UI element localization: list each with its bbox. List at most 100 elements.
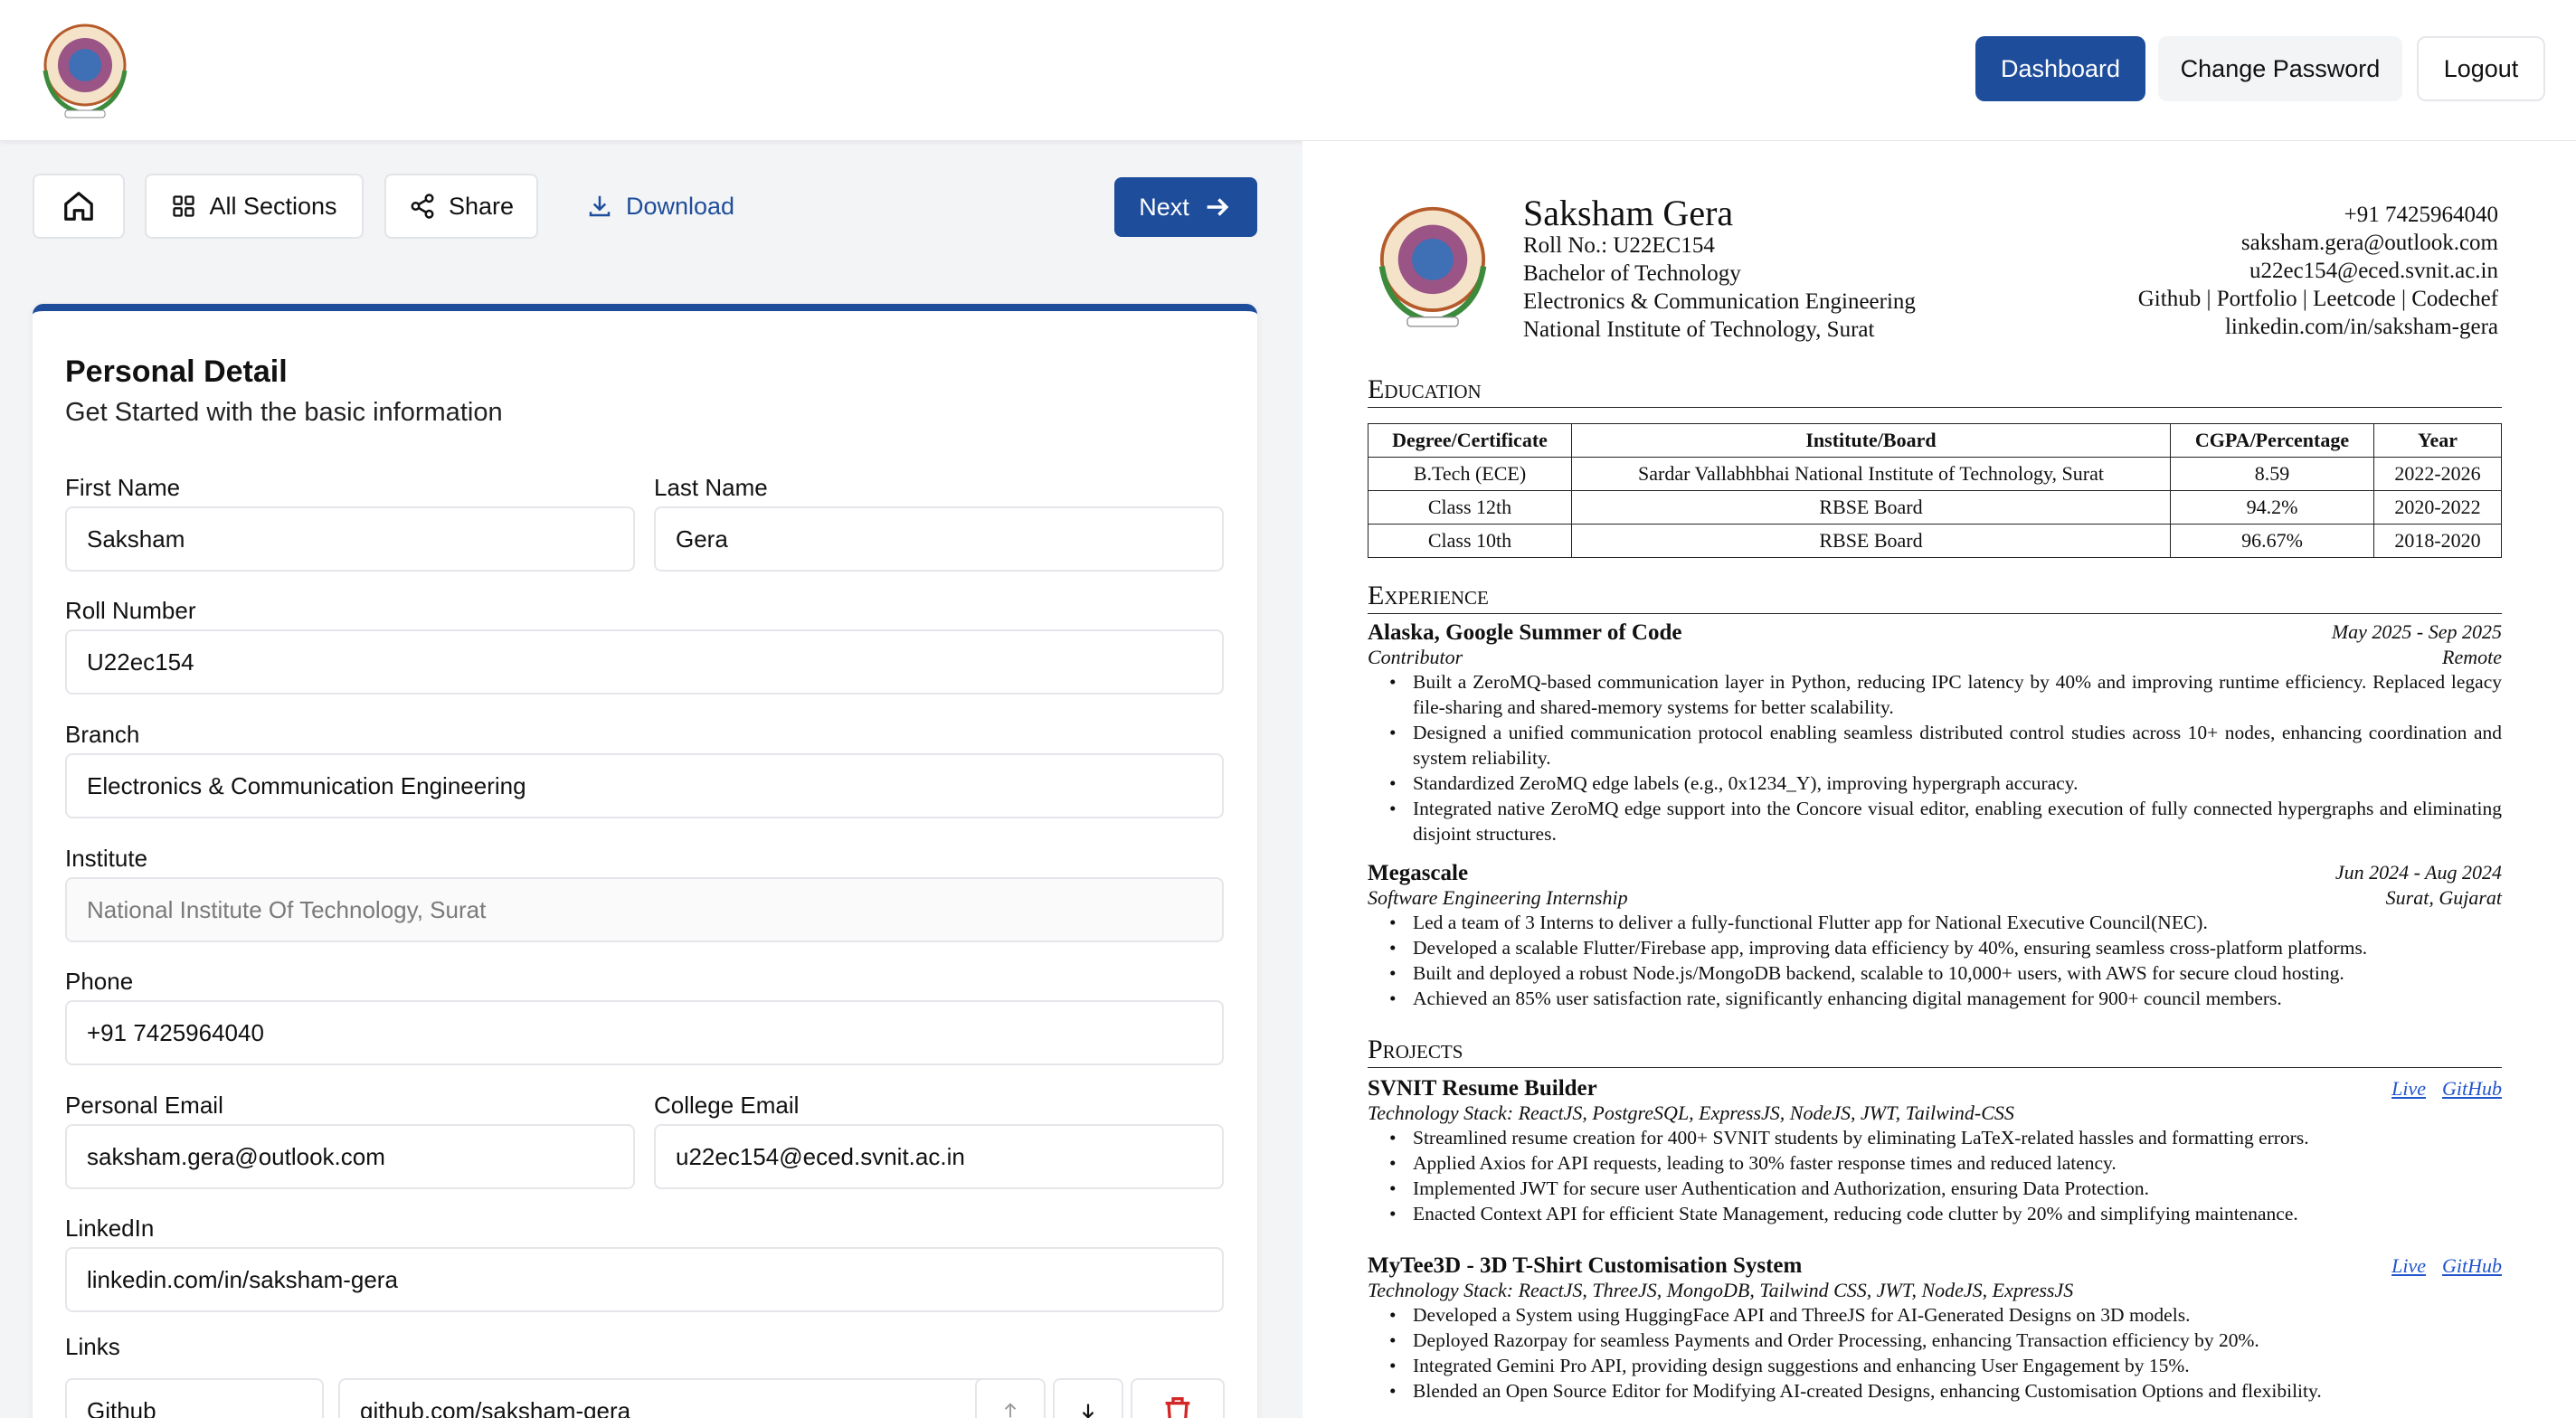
- github-link[interactable]: GitHub: [2442, 1077, 2502, 1100]
- table-row: Class 12th RBSE Board 94.2% 2020-2022: [1368, 490, 2502, 525]
- first-name-label: First Name: [65, 474, 181, 501]
- all-sections-label: All Sections: [209, 192, 337, 220]
- project-bullets: Developed a System using HuggingFace API…: [1368, 1302, 2502, 1404]
- edu-col-header: CGPA/Percentage: [2170, 423, 2374, 458]
- project-stack: Technology Stack: ReactJS, ThreeJS, Mong…: [1368, 1279, 2074, 1301]
- resume-profiles: Github | Portfolio | Leetcode | Codechef: [2137, 287, 2498, 311]
- section-subtitle: Get Started with the basic information: [65, 398, 503, 427]
- dashboard-button[interactable]: Dashboard: [1975, 36, 2145, 101]
- change-password-button[interactable]: Change Password: [2158, 36, 2402, 101]
- exp-bullets: Led a team of 3 Interns to deliver a ful…: [1368, 910, 2502, 1011]
- exp-date: Jun 2024 - Aug 2024: [2334, 861, 2502, 884]
- edu-col-header: Degree/Certificate: [1368, 423, 1572, 458]
- edu-cell: 8.59: [2170, 457, 2374, 491]
- exp-bullets: Built a ZeroMQ-based communication layer…: [1368, 669, 2502, 846]
- link-url-input[interactable]: github.com/saksham-gera: [338, 1378, 993, 1418]
- next-label: Next: [1139, 193, 1189, 221]
- last-name-label: Last Name: [654, 474, 768, 501]
- list-item: Applied Axios for API requests, leading …: [1389, 1150, 2502, 1176]
- edu-cell: 96.67%: [2170, 524, 2374, 558]
- last-name-input[interactable]: Gera: [654, 506, 1224, 572]
- share-button[interactable]: Share: [384, 174, 538, 239]
- experience-entry: Alaska, Google Summer of Code May 2025 - …: [1368, 620, 2502, 846]
- resume-roll: Roll No.: U22EC154: [1523, 233, 1715, 258]
- home-icon: [64, 192, 93, 221]
- edu-cell: 2020-2022: [2373, 490, 2502, 525]
- list-item: Streamlined resume creation for 400+ SVN…: [1389, 1125, 2502, 1150]
- github-link[interactable]: GitHub: [2442, 1254, 2502, 1277]
- resume-branch: Electronics & Communication Engineering: [1523, 289, 1916, 314]
- home-button[interactable]: [33, 174, 125, 239]
- all-sections-button[interactable]: All Sections: [145, 174, 364, 239]
- resume-institute: National Institute of Technology, Surat: [1523, 317, 1875, 342]
- first-name-input[interactable]: Saksham: [65, 506, 635, 572]
- project-stack: Technology Stack: ReactJS, PostgreSQL, E…: [1368, 1101, 2014, 1124]
- phone-input[interactable]: +91 7425964040: [65, 1000, 1224, 1065]
- personal-email-input[interactable]: saksham.gera@outlook.com: [65, 1124, 635, 1189]
- move-up-button[interactable]: [975, 1378, 1046, 1418]
- table-row: Class 10th RBSE Board 96.67% 2018-2020: [1368, 524, 2502, 558]
- exp-role: Software Engineering Internship: [1368, 886, 1628, 909]
- resume-name: Saksham Gera: [1523, 193, 1734, 233]
- exp-org: Alaska, Google Summer of Code: [1368, 620, 1682, 645]
- next-button[interactable]: Next: [1114, 177, 1257, 237]
- edu-cell: Class 12th: [1368, 490, 1572, 525]
- share-label: Share: [448, 192, 515, 220]
- table-row: B.Tech (ECE) Sardar Vallabhbhai National…: [1368, 457, 2502, 491]
- live-link[interactable]: Live: [2391, 1254, 2426, 1277]
- resume-phone: +91 7425964040: [2344, 203, 2498, 227]
- delete-link-button[interactable]: [1131, 1378, 1225, 1418]
- edu-cell: RBSE Board: [1571, 490, 2171, 525]
- resume-college-email: u22ec154@eced.svnit.ac.in: [2249, 259, 2498, 283]
- institute-input[interactable]: National Institute Of Technology, Surat: [65, 877, 1224, 942]
- exp-location: Surat, Gujarat: [2385, 886, 2502, 909]
- project-entry: SVNIT Resume Builder Live GitHub Technolog…: [1368, 1076, 2502, 1226]
- link-name-input[interactable]: Github: [65, 1378, 324, 1418]
- edu-cell: 2018-2020: [2373, 524, 2502, 558]
- list-item: Implemented JWT for secure user Authenti…: [1389, 1176, 2502, 1201]
- download-icon: [589, 195, 611, 217]
- download-button[interactable]: Download: [570, 174, 751, 239]
- edu-cell: RBSE Board: [1571, 524, 2171, 558]
- linkedin-label: LinkedIn: [65, 1215, 155, 1242]
- resume-degree: Bachelor of Technology: [1523, 261, 1741, 286]
- arrow-up-icon: [1004, 1403, 1017, 1418]
- education-table: Degree/Certificate Institute/Board CGPA/…: [1368, 423, 2502, 558]
- logout-button[interactable]: Logout: [2417, 36, 2545, 101]
- project-name: MyTee3D - 3D T-Shirt Customisation Syste…: [1368, 1253, 1803, 1278]
- personal-detail-card: Personal Detail Get Started with the bas…: [33, 304, 1257, 1418]
- list-item: Built and deployed a robust Node.js/Mong…: [1389, 960, 2502, 986]
- branch-label: Branch: [65, 721, 140, 748]
- institute-logo[interactable]: [33, 16, 137, 121]
- institute-label: Institute: [65, 845, 148, 872]
- trash-icon: [1165, 1397, 1190, 1418]
- linkedin-input[interactable]: linkedin.com/in/saksham-gera: [65, 1247, 1224, 1312]
- list-item: Enacted Context API for efficient State …: [1389, 1201, 2502, 1226]
- phone-label: Phone: [65, 968, 134, 995]
- move-down-button[interactable]: [1053, 1378, 1123, 1418]
- edu-cell: B.Tech (ECE): [1368, 457, 1572, 491]
- roll-number-label: Roll Number: [65, 597, 196, 624]
- exp-location: Remote: [2442, 646, 2502, 668]
- live-link[interactable]: Live: [2391, 1077, 2426, 1100]
- resume-preview: Saksham Gera Roll No.: U22EC154 Bachelor…: [1302, 141, 2576, 1418]
- list-item: Blended an Open Source Editor for Modify…: [1389, 1378, 2502, 1404]
- list-item: Designed a unified communication protoco…: [1389, 720, 2502, 770]
- list-item: Deployed Razorpay for seamless Payments …: [1389, 1328, 2502, 1353]
- project-name: SVNIT Resume Builder: [1368, 1076, 1597, 1101]
- roll-number-input[interactable]: U22ec154: [65, 629, 1224, 695]
- list-item: Integrated Gemini Pro API, providing des…: [1389, 1353, 2502, 1378]
- edu-cell: 2022-2026: [2373, 457, 2502, 491]
- download-label: Download: [625, 192, 735, 220]
- branch-input[interactable]: Electronics & Communication Engineering: [65, 753, 1224, 818]
- arrow-right-icon: [1207, 198, 1229, 216]
- list-item: Built a ZeroMQ-based communication layer…: [1389, 669, 2502, 720]
- edu-header-row: Degree/Certificate Institute/Board CGPA/…: [1368, 423, 2502, 458]
- experience-entry: Megascale Jun 2024 - Aug 2024 Software En…: [1368, 861, 2502, 1011]
- college-email-input[interactable]: u22ec154@eced.svnit.ac.in: [654, 1124, 1224, 1189]
- edu-cell: Sardar Vallabhbhai National Institute of…: [1571, 457, 2171, 491]
- edu-cell: 94.2%: [2170, 490, 2374, 525]
- college-email-label: College Email: [654, 1092, 800, 1119]
- project-bullets: Streamlined resume creation for 400+ SVN…: [1368, 1125, 2502, 1226]
- projects-heading: Projects: [1368, 1035, 2502, 1068]
